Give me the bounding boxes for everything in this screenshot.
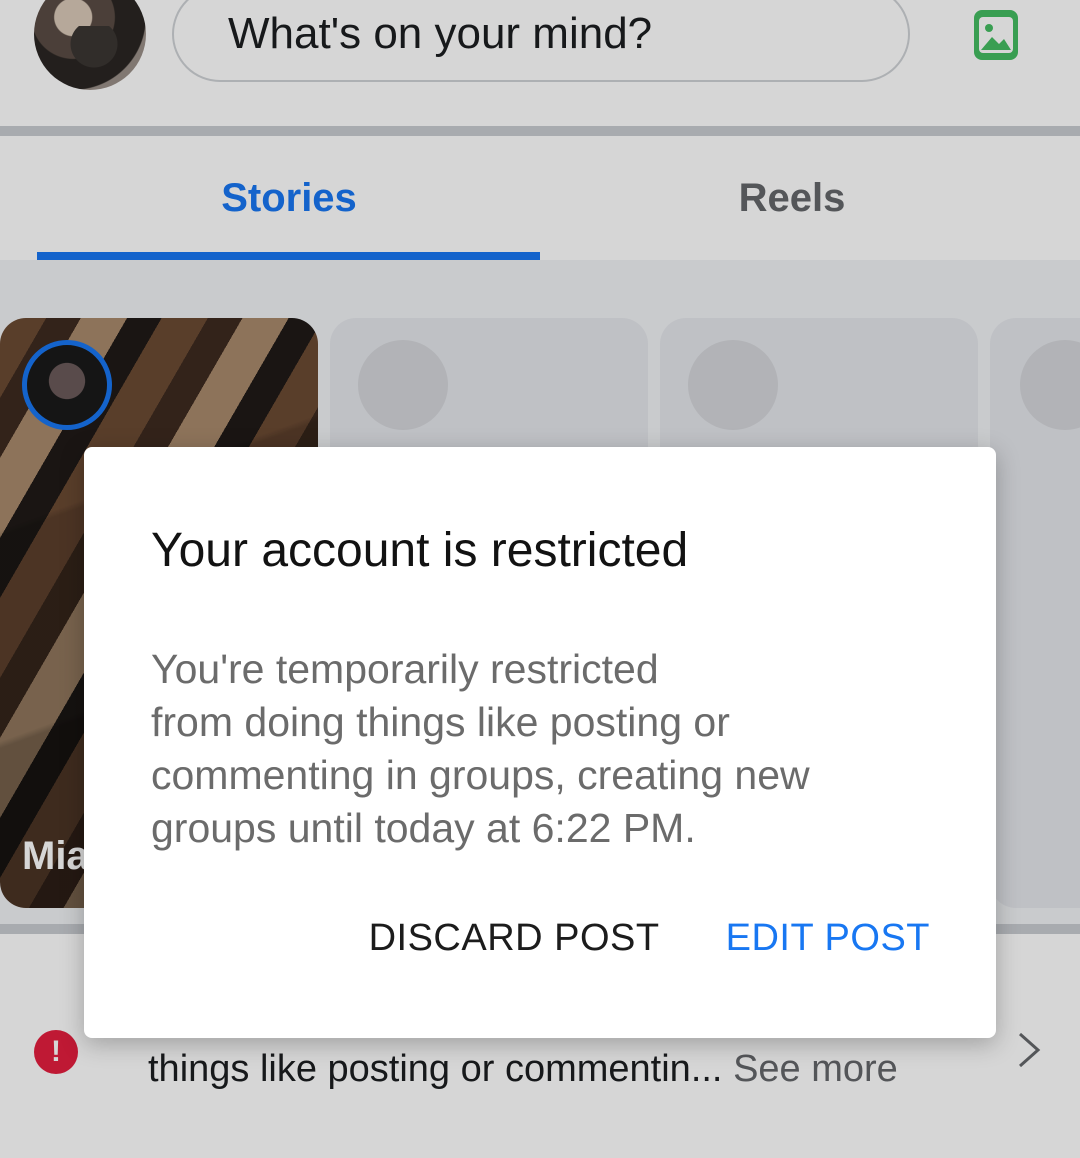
dialog-message-line: from doing things like posting or [151,699,730,745]
dialog-title: Your account is restricted [151,524,689,577]
dialog-message-line: commenting in groups, creating new [151,752,810,798]
dialog-message: You're temporarily restricted from doing… [151,643,931,855]
discard-post-button[interactable]: DISCARD POST [369,917,660,960]
dialog-message-line: You're temporarily restricted [151,646,659,692]
restricted-account-dialog: Your account is restricted You're tempor… [84,447,996,1038]
dialog-actions: DISCARD POST EDIT POST [369,917,930,960]
dialog-message-line: groups until today at 6:22 PM. [151,805,696,851]
edit-post-button[interactable]: EDIT POST [726,917,930,960]
